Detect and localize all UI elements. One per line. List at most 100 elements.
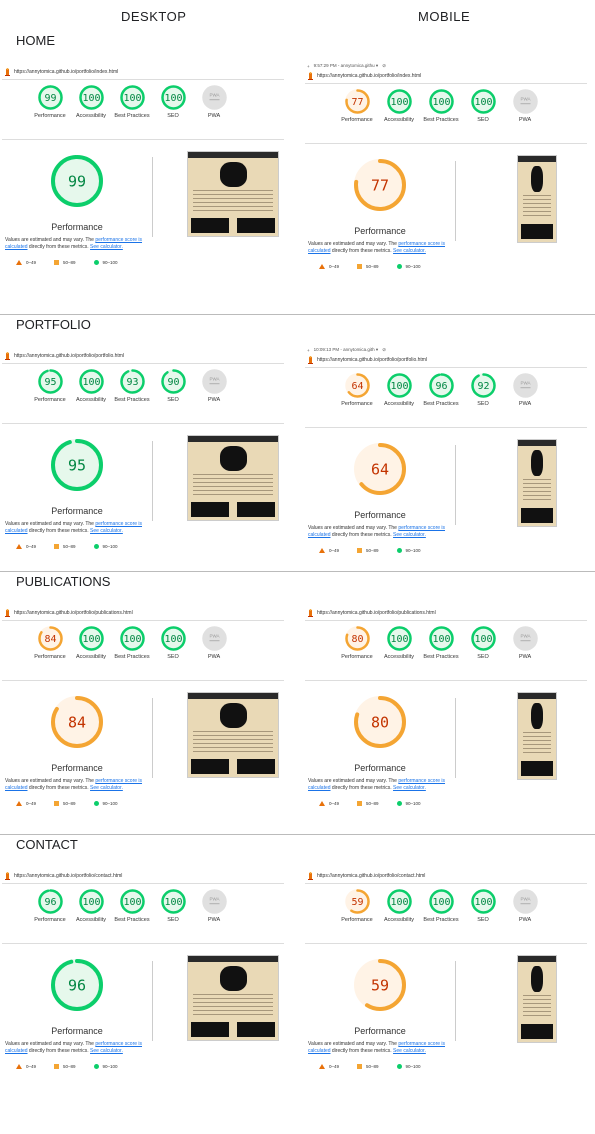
gauge-pwa[interactable]: PWA — PWA [194,84,234,120]
page-screenshot[interactable] [517,155,557,243]
see-calculator-link[interactable]: See calculator. [90,244,123,250]
page-url[interactable]: https://annytomica.github.io/portfolio/p… [14,353,124,359]
gauge-best[interactable]: 100 Best Practices [421,88,461,124]
gauge-performance[interactable]: 80 Performance [337,625,377,661]
gauge-seo[interactable]: 92 SEO [463,372,503,408]
divider [305,943,587,944]
gauge-accessibility[interactable]: 100 Accessibility [379,625,419,661]
divider [455,961,456,1041]
section-divider [0,314,595,315]
gauge-seo[interactable]: 90 SEO [153,368,193,404]
page-url[interactable]: https://annytomica.github.io/portfolio/p… [317,610,436,616]
divider [152,441,153,521]
svg-text:100: 100 [474,897,492,908]
page-url[interactable]: https://annytomica.github.io/portfolio/c… [317,873,425,879]
gauge-best[interactable]: 100 Best Practices [112,625,152,661]
gauge-performance[interactable]: 84 Performance [30,625,70,661]
svg-text:—: — [520,636,530,647]
page-url[interactable]: https://annytomica.github.io/portfolio/c… [14,873,122,879]
gauge-best[interactable]: 100 Best Practices [112,888,152,924]
gauge-pwa[interactable]: PWA — PWA [505,88,545,124]
average-square-icon [357,264,363,269]
gauge-label: SEO [477,654,489,660]
gauge-best[interactable]: 100 Best Practices [112,84,152,120]
gauge-label: Performance [34,113,66,119]
gauge-accessibility[interactable]: 100 Accessibility [71,625,111,661]
see-calculator-link[interactable]: See calculator. [90,528,123,534]
gauge-seo[interactable]: 100 SEO [463,88,503,124]
gauge-label: Accessibility [76,113,106,119]
see-calculator-link[interactable]: See calculator. [393,532,426,538]
page-url[interactable]: https://annytomica.github.io/portfolio/p… [14,610,133,616]
add-icon[interactable]: + [307,348,310,353]
category-gauges: 59 Performance 100 Accessibility 100 Best Pra… [305,888,587,944]
gauge-seo[interactable]: 100 SEO [153,84,193,120]
gauge-label: Best Practices [423,117,459,123]
gauge-performance[interactable]: 96 Performance [30,888,70,924]
gauge-seo[interactable]: 100 SEO [153,888,193,924]
gauge-accessibility[interactable]: 100 Accessibility [379,888,419,924]
svg-text:100: 100 [432,97,450,108]
svg-text:100: 100 [390,897,408,908]
report-time-select[interactable]: 10:09:13 PM - annytomica.gith ▾ [314,347,379,353]
page-url-bar: https://annytomica.github.io/portfolio/c… [307,870,587,882]
gauge-best[interactable]: 96 Best Practices [421,372,461,408]
page-screenshot[interactable] [517,439,557,527]
see-calculator-link[interactable]: See calculator. [393,1048,426,1054]
gauge-seo[interactable]: 100 SEO [463,625,503,661]
page-url[interactable]: https://annytomica.github.io/portfolio/p… [317,357,427,363]
page-url[interactable]: https://annytomica.github.io/portfolio/i… [317,73,421,79]
clear-icon[interactable]: ⊘ [382,347,386,353]
gauge-best[interactable]: 100 Best Practices [421,625,461,661]
score-note: Values are estimated and may vary. The p… [308,241,446,254]
page-screenshot[interactable] [187,692,279,778]
see-calculator-link[interactable]: See calculator. [90,785,123,791]
svg-text:100: 100 [164,93,182,104]
page-screenshot[interactable] [187,955,279,1041]
report-time-select[interactable]: 9:57:29 PM - annytomica.githu ▾ [314,63,379,69]
gauge-best[interactable]: 100 Best Practices [421,888,461,924]
gauge-pwa[interactable]: PWA — PWA [505,888,545,924]
average-square-icon [54,801,60,806]
gauge-performance[interactable]: 59 Performance [337,888,377,924]
svg-text:96: 96 [435,381,447,392]
gauge-accessibility[interactable]: 100 Accessibility [71,888,111,924]
page-screenshot[interactable] [517,692,557,780]
gauge-pwa[interactable]: PWA — PWA [194,368,234,404]
gauge-performance[interactable]: 95 Performance [30,368,70,404]
gauge-accessibility[interactable]: 100 Accessibility [379,88,419,124]
average-square-icon [357,548,363,553]
page-screenshot[interactable] [187,151,279,237]
gauge-pwa[interactable]: PWA — PWA [194,625,234,661]
clear-icon[interactable]: ⊘ [382,63,386,69]
see-calculator-link[interactable]: See calculator. [393,248,426,254]
gauge-seo[interactable]: 100 SEO [463,888,503,924]
gauge-pwa[interactable]: PWA — PWA [505,625,545,661]
add-icon[interactable]: + [307,64,310,69]
gauge-performance[interactable]: 77 Performance [337,88,377,124]
gauge-performance[interactable]: 99 Performance [30,84,70,120]
svg-text:64: 64 [371,460,389,478]
page-screenshot[interactable] [517,955,557,1043]
gauge-label: PWA [207,113,221,119]
gauge-performance[interactable]: 64 Performance [337,372,377,408]
gauge-best[interactable]: 93 Best Practices [112,368,152,404]
gauge-label: Best Practices [114,654,150,660]
gauge-pwa[interactable]: PWA — PWA [505,372,545,408]
gauge-accessibility[interactable]: 100 Accessibility [379,372,419,408]
pass-circle-icon [396,548,402,553]
svg-text:—: — [520,383,530,394]
gauge-pwa[interactable]: PWA — PWA [194,888,234,924]
section-title: PORTFOLIO [16,317,91,332]
divider [305,427,587,428]
page-url[interactable]: https://annytomica.github.io/portfolio/i… [14,69,118,75]
svg-text:80: 80 [351,634,363,645]
page-screenshot[interactable] [187,435,279,521]
see-calculator-link[interactable]: See calculator. [393,785,426,791]
gauge-seo[interactable]: 100 SEO [153,625,193,661]
gauge-accessibility[interactable]: 100 Accessibility [71,84,111,120]
see-calculator-link[interactable]: See calculator. [90,1048,123,1054]
svg-text:84: 84 [68,713,86,731]
gauge-label: SEO [167,113,179,119]
gauge-accessibility[interactable]: 100 Accessibility [71,368,111,404]
